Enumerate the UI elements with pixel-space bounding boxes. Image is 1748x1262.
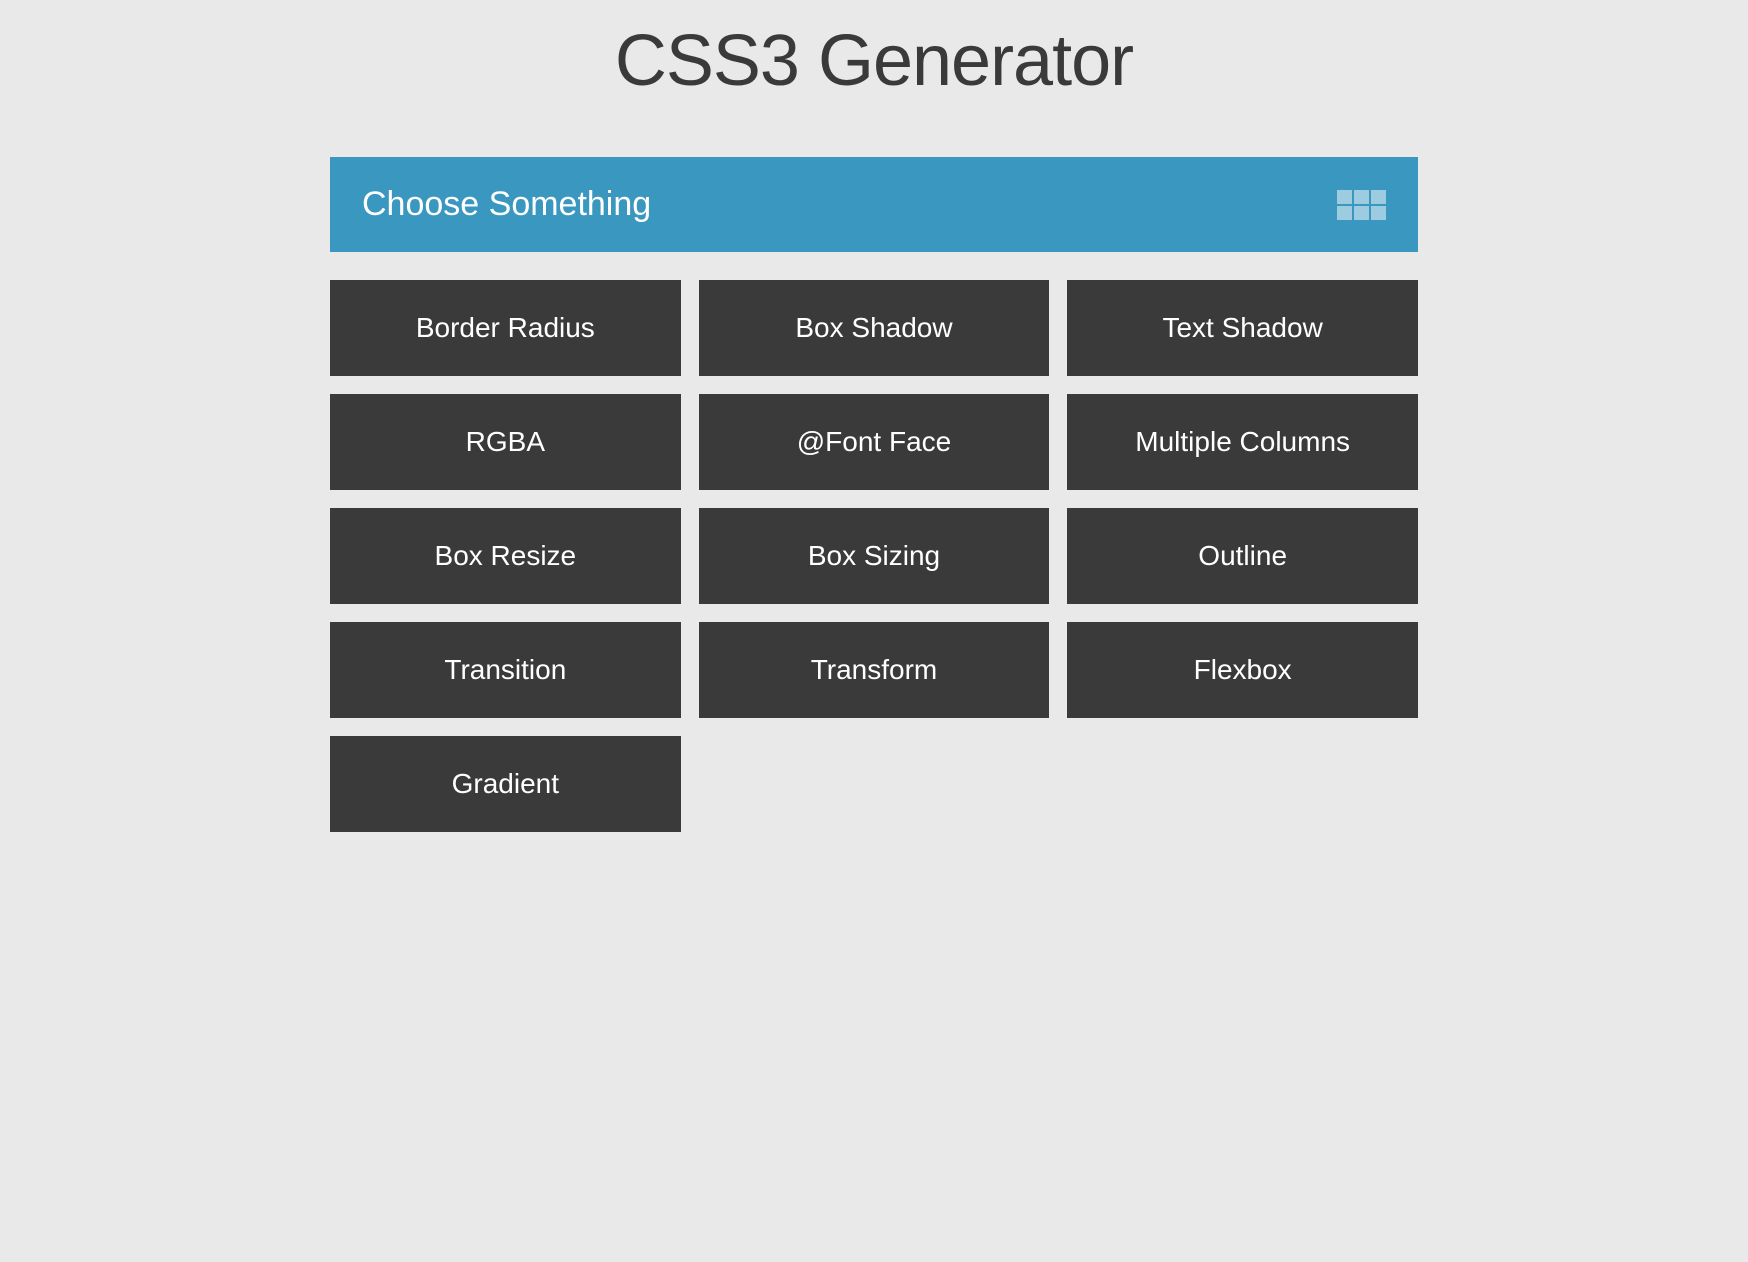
main-container: CSS3 Generator Choose Something Border R… <box>330 0 1418 832</box>
page-title: CSS3 Generator <box>330 20 1418 102</box>
dropdown-label: Choose Something <box>362 185 651 224</box>
dropdown-header[interactable]: Choose Something <box>330 157 1418 252</box>
option-box-shadow[interactable]: Box Shadow <box>699 280 1050 376</box>
option-border-radius[interactable]: Border Radius <box>330 280 681 376</box>
option-multiple-columns[interactable]: Multiple Columns <box>1067 394 1418 490</box>
grid-icon <box>1337 190 1386 220</box>
options-grid: Border Radius Box Shadow Text Shadow RGB… <box>330 280 1418 832</box>
option-rgba[interactable]: RGBA <box>330 394 681 490</box>
option-text-shadow[interactable]: Text Shadow <box>1067 280 1418 376</box>
option-box-sizing[interactable]: Box Sizing <box>699 508 1050 604</box>
option-box-resize[interactable]: Box Resize <box>330 508 681 604</box>
option-flexbox[interactable]: Flexbox <box>1067 622 1418 718</box>
option-transition[interactable]: Transition <box>330 622 681 718</box>
option-gradient[interactable]: Gradient <box>330 736 681 832</box>
option-font-face[interactable]: @Font Face <box>699 394 1050 490</box>
option-transform[interactable]: Transform <box>699 622 1050 718</box>
option-outline[interactable]: Outline <box>1067 508 1418 604</box>
